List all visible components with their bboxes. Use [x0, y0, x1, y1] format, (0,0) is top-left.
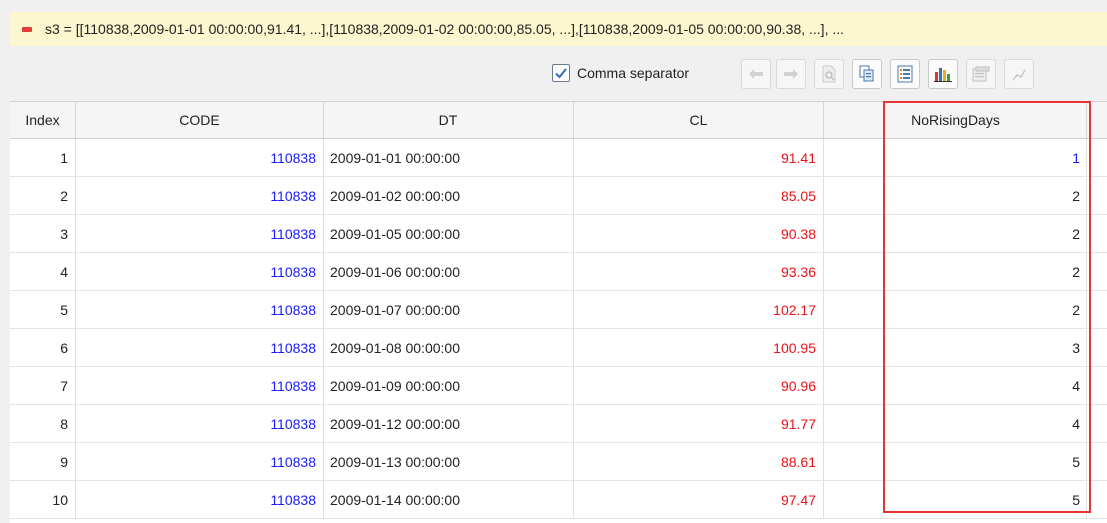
table-header-row: Index CODE DT CL NoRisingDays	[10, 102, 1107, 139]
chart-icon[interactable]	[928, 59, 958, 89]
dt-cell: 2009-01-07 00:00:00	[324, 291, 574, 328]
code-cell: 110838	[76, 367, 324, 404]
cl-cell: 91.77	[574, 405, 824, 442]
column-header-cl[interactable]: CL	[574, 102, 824, 138]
variable-expression: s3 = [[110838,2009-01-01 00:00:00,91.41,…	[45, 21, 845, 37]
toolbar: Comma separator	[0, 55, 1107, 97]
index-cell: 6	[10, 329, 76, 366]
cl-cell: 93.36	[574, 253, 824, 290]
dt-cell: 2009-01-06 00:00:00	[324, 253, 574, 290]
cl-cell: 88.61	[574, 443, 824, 480]
data-table: Index CODE DT CL NoRisingDays 1 110838 2…	[10, 101, 1107, 523]
comma-separator-label[interactable]: Comma separator	[577, 65, 689, 81]
variable-bar[interactable]: s3 = [[110838,2009-01-01 00:00:00,91.41,…	[10, 12, 1107, 46]
table-row[interactable]: 8 110838 2009-01-12 00:00:00 91.77 4	[10, 405, 1107, 443]
plot-icon[interactable]	[1004, 59, 1034, 89]
index-cell: 10	[10, 481, 76, 518]
norisingdays-cell: 5	[824, 481, 1087, 518]
norisingdays-cell: 4	[824, 405, 1087, 442]
norisingdays-cell: 2	[824, 215, 1087, 252]
column-header-index[interactable]: Index	[10, 102, 76, 138]
code-cell: 110838	[76, 405, 324, 442]
cl-cell: 85.05	[574, 177, 824, 214]
cl-cell: 90.96	[574, 367, 824, 404]
norisingdays-cell: 2	[824, 253, 1087, 290]
cl-cell: 97.47	[574, 481, 824, 518]
table-row[interactable]: 4 110838 2009-01-06 00:00:00 93.36 2	[10, 253, 1107, 291]
code-cell: 110838	[76, 215, 324, 252]
norisingdays-cell: 2	[824, 177, 1087, 214]
code-cell: 110838	[76, 177, 324, 214]
dt-cell: 2009-01-02 00:00:00	[324, 177, 574, 214]
code-cell: 110838	[76, 291, 324, 328]
table-row[interactable]: 3 110838 2009-01-05 00:00:00 90.38 2	[10, 215, 1107, 253]
dt-cell: 2009-01-13 00:00:00	[324, 443, 574, 480]
table-row[interactable]: 2 110838 2009-01-02 00:00:00 85.05 2	[10, 177, 1107, 215]
code-cell: 110838	[76, 481, 324, 518]
cl-cell: 91.41	[574, 139, 824, 176]
norisingdays-cell: 2	[824, 291, 1087, 328]
forward-arrow-icon[interactable]	[776, 59, 806, 89]
cl-cell: 100.95	[574, 329, 824, 366]
table-row[interactable]: 10 110838 2009-01-14 00:00:00 97.47 5	[10, 481, 1107, 519]
copy-icon[interactable]	[852, 59, 882, 89]
norisingdays-cell: 3	[824, 329, 1087, 366]
dt-cell: 2009-01-08 00:00:00	[324, 329, 574, 366]
index-cell: 8	[10, 405, 76, 442]
index-cell: 1	[10, 139, 76, 176]
dt-cell: 2009-01-14 00:00:00	[324, 481, 574, 518]
back-arrow-icon[interactable]	[741, 59, 771, 89]
norisingdays-cell: 1	[824, 139, 1087, 176]
dt-cell: 2009-01-09 00:00:00	[324, 367, 574, 404]
index-cell: 5	[10, 291, 76, 328]
code-cell: 110838	[76, 139, 324, 176]
comma-separator-checkbox[interactable]	[552, 64, 570, 82]
code-cell: 110838	[76, 329, 324, 366]
index-cell: 3	[10, 215, 76, 252]
norisingdays-cell: 5	[824, 443, 1087, 480]
dt-cell: 2009-01-01 00:00:00	[324, 139, 574, 176]
index-cell: 2	[10, 177, 76, 214]
dt-cell: 2009-01-12 00:00:00	[324, 405, 574, 442]
table-row[interactable]: 9 110838 2009-01-13 00:00:00 88.61 5	[10, 443, 1107, 481]
column-header-norisingdays[interactable]: NoRisingDays	[824, 102, 1087, 138]
list-icon[interactable]	[890, 59, 920, 89]
export-icon[interactable]	[966, 59, 996, 89]
index-cell: 9	[10, 443, 76, 480]
table-row[interactable]: 6 110838 2009-01-08 00:00:00 100.95 3	[10, 329, 1107, 367]
table-row[interactable]: 7 110838 2009-01-09 00:00:00 90.96 4	[10, 367, 1107, 405]
table-row[interactable]: 5 110838 2009-01-07 00:00:00 102.17 2	[10, 291, 1107, 329]
index-cell: 7	[10, 367, 76, 404]
cl-cell: 90.38	[574, 215, 824, 252]
norisingdays-cell: 4	[824, 367, 1087, 404]
cl-cell: 102.17	[574, 291, 824, 328]
dt-cell: 2009-01-05 00:00:00	[324, 215, 574, 252]
column-header-dt[interactable]: DT	[324, 102, 574, 138]
index-cell: 4	[10, 253, 76, 290]
table-row[interactable]: 1 110838 2009-01-01 00:00:00 91.41 1	[10, 139, 1107, 177]
collapse-icon[interactable]	[22, 26, 32, 32]
code-cell: 110838	[76, 443, 324, 480]
code-cell: 110838	[76, 253, 324, 290]
column-header-code[interactable]: CODE	[76, 102, 324, 138]
inspect-icon[interactable]	[814, 59, 844, 89]
